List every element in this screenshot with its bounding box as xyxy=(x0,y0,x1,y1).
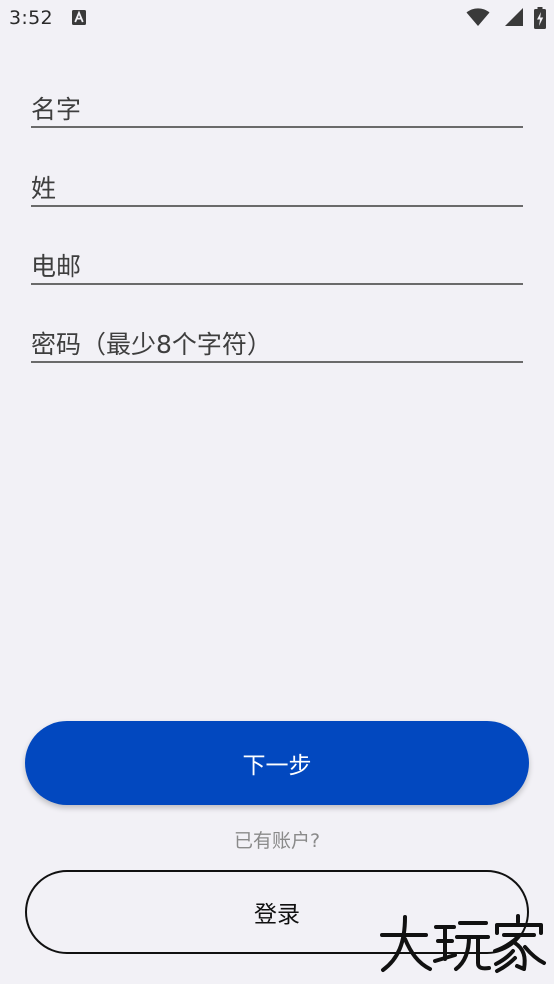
status-bar: 3:52 xyxy=(0,0,554,38)
email-field[interactable]: 电邮 xyxy=(31,225,523,285)
wifi-icon xyxy=(466,8,490,26)
next-button[interactable]: 下一步 xyxy=(25,721,529,805)
text-a-icon xyxy=(72,10,86,25)
password-field[interactable]: 密码（最少8个字符） xyxy=(31,303,523,363)
last-name-input[interactable] xyxy=(31,147,523,207)
email-input[interactable] xyxy=(31,225,523,285)
first-name-field[interactable]: 名字 xyxy=(31,68,523,128)
password-input[interactable] xyxy=(31,303,523,363)
next-button-label: 下一步 xyxy=(242,753,312,779)
have-account-text: 已有账户? xyxy=(233,830,321,852)
last-name-field[interactable]: 姓 xyxy=(31,147,523,207)
password-underline xyxy=(31,361,523,363)
email-underline xyxy=(31,283,523,285)
first-name-underline xyxy=(31,126,523,128)
first-name-input[interactable] xyxy=(31,68,523,128)
battery-charging-icon xyxy=(534,7,546,29)
login-button-label: 登录 xyxy=(254,902,300,928)
watermark-logo xyxy=(380,914,546,973)
status-time: 3:52 xyxy=(9,7,53,29)
last-name-underline xyxy=(31,205,523,207)
cellular-signal-icon xyxy=(505,8,523,26)
